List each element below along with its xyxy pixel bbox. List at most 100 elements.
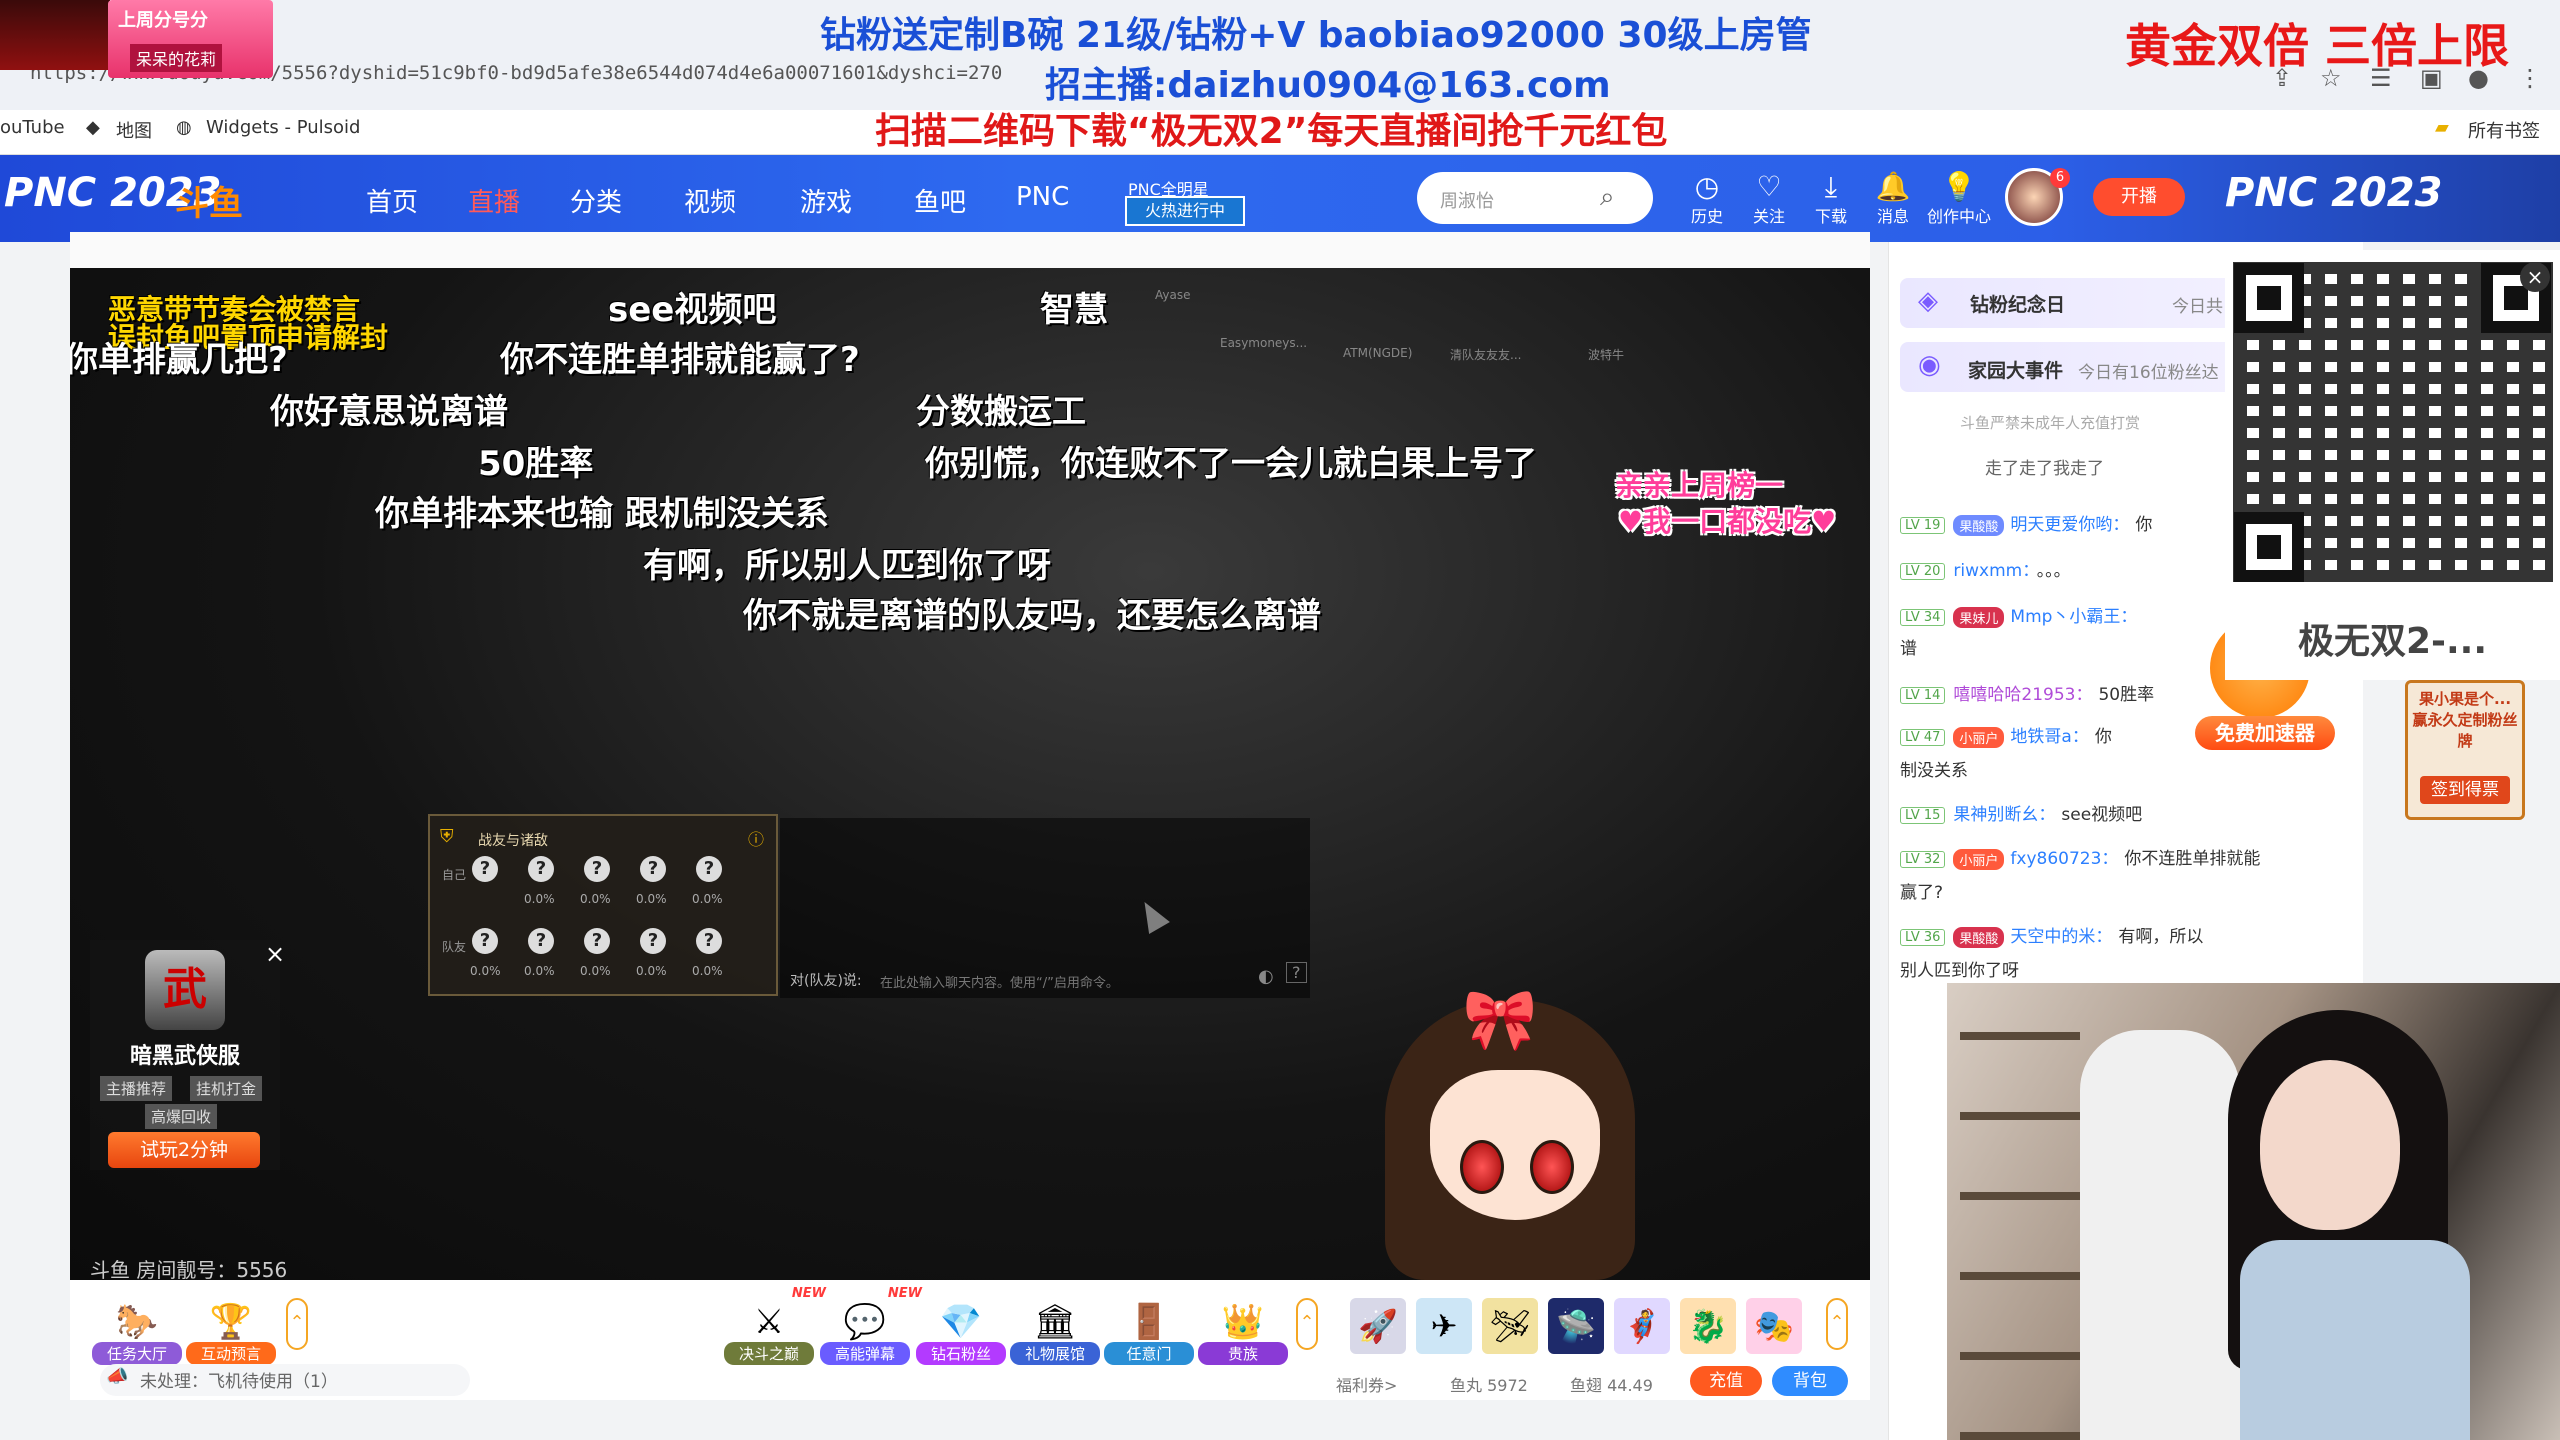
- gift-hall-button[interactable]: 🏛 礼物展馆: [1010, 1296, 1100, 1365]
- chat-notice: 斗鱼严禁未成年人充值打赏: [1960, 414, 2141, 432]
- nav-history-label[interactable]: 历史: [1672, 203, 1742, 227]
- winrate: 0.0%: [580, 892, 611, 906]
- chibi-eye-right: [1530, 1140, 1574, 1194]
- nav-category[interactable]: 分类: [570, 182, 622, 219]
- nav-live[interactable]: 直播: [468, 182, 520, 219]
- gift-plane-icon[interactable]: ✈: [1416, 1298, 1472, 1354]
- toolbar-expand-mid[interactable]: ⌃: [1296, 1298, 1318, 1350]
- douyu-logo[interactable]: 斗鱼: [175, 176, 285, 224]
- info-icon: ⓘ: [748, 830, 765, 849]
- player-name: Easymoneys...: [1220, 336, 1308, 350]
- search-input[interactable]: 周淑怡: [1440, 187, 1494, 213]
- corner-gift-line2: 呆呆的花莉: [130, 44, 223, 72]
- help-icon: ?: [1286, 962, 1307, 983]
- danmu: 你别慌，你连败不了一会儿就白果上号了: [925, 444, 1537, 484]
- nav-follow-label[interactable]: 关注: [1734, 203, 1804, 227]
- download-icon[interactable]: ⤓: [1806, 170, 1856, 204]
- any-door-button[interactable]: 🚪 任意门: [1104, 1296, 1194, 1365]
- screen: https://www.douyu.com/5556?dyshid=51c9bf…: [0, 0, 2560, 1440]
- nav-download-label[interactable]: 下载: [1796, 203, 1866, 227]
- pnc-banner-right: PNC 2023: [2225, 170, 2443, 216]
- corner-gift-line1: 上周分号分: [118, 10, 208, 31]
- fan-sign-button[interactable]: 签到得票: [2420, 776, 2510, 804]
- search-icon[interactable]: ⌕: [1600, 182, 1615, 213]
- player-name: 波特牛: [1588, 348, 1625, 362]
- coupon-link[interactable]: 福利券>: [1336, 1372, 1397, 1396]
- menu-icon[interactable]: ⋮: [2518, 64, 2542, 92]
- free-accelerator-button[interactable]: 免费加速器: [2195, 716, 2335, 750]
- gift-mask-icon[interactable]: 🎭: [1746, 1298, 1802, 1354]
- game-ad-icon: 武: [145, 950, 225, 1030]
- gift-hero-icon[interactable]: 🦸: [1614, 1298, 1670, 1354]
- chat-message: LV 32 小丽户 fxy860723： 你不连胜单排就能: [1900, 844, 2260, 870]
- heart-icon[interactable]: ♡: [1744, 170, 1794, 203]
- toolbar-expand-left[interactable]: ⌃: [286, 1298, 308, 1350]
- gift-jet-icon[interactable]: 🛩: [1482, 1298, 1538, 1354]
- bulb-icon[interactable]: 💡: [1934, 170, 1984, 203]
- gift-dragon-icon[interactable]: 🐉: [1680, 1298, 1736, 1354]
- avatar-badge: 6: [2050, 168, 2070, 188]
- bag-button[interactable]: 背包: [1772, 1366, 1848, 1396]
- gift-expand[interactable]: ⌃: [1826, 1298, 1848, 1350]
- game-ad-card[interactable]: 武 × 暗黑武侠服 主播推荐 挂机打金 高爆回收 试玩2分钟: [90, 940, 285, 1170]
- bookmark-youtube[interactable]: ouTube: [0, 117, 65, 138]
- bookmark-all[interactable]: 所有书签: [2468, 117, 2540, 143]
- bookmark-maps-icon: ◆: [86, 117, 100, 138]
- gift-ufo-icon[interactable]: 🛸: [1548, 1298, 1604, 1354]
- danmu: 智慧: [1040, 290, 1108, 330]
- nav-home[interactable]: 首页: [366, 182, 418, 219]
- bookmark-pulsoid[interactable]: Widgets - Pulsoid: [206, 117, 360, 138]
- nav-yuba[interactable]: 鱼吧: [914, 182, 966, 219]
- danmu: 你好意思说离谱: [270, 392, 508, 432]
- nav-message-label[interactable]: 消息: [1858, 203, 1928, 227]
- history-icon[interactable]: ◷: [1682, 170, 1732, 203]
- nav-video[interactable]: 视频: [684, 182, 736, 219]
- event-title: 钻粉纪念日: [1970, 294, 2066, 316]
- unknown-player-icon: ?: [472, 928, 498, 954]
- museum-icon: 🏛: [1033, 1302, 1077, 1342]
- bell-icon[interactable]: 🔔: [1868, 170, 1918, 203]
- close-icon[interactable]: ×: [265, 940, 285, 968]
- duel-button[interactable]: NEW ⚔ 决斗之巅: [724, 1286, 826, 1365]
- folder-icon: ▰: [2435, 117, 2449, 138]
- chat-message: LV 20 riwxmm：。。。: [1900, 556, 2071, 581]
- nav-pnc[interactable]: PNC: [1016, 182, 1069, 212]
- chat-message-cont: 谱: [1900, 639, 1917, 659]
- winrate: 0.0%: [524, 964, 555, 978]
- bullet-button[interactable]: NEW 💬 高能弹幕: [820, 1286, 922, 1365]
- overlay-banner-download: 扫描二维码下载“极无双2”每天直播间抢千元红包: [875, 111, 1668, 152]
- chat-message: LV 19 果酸酸 明天更爱你哟：你: [1900, 510, 2152, 536]
- winrate: 0.0%: [636, 892, 667, 906]
- event-sub: 今日有16位粉丝达: [2078, 363, 2219, 383]
- player-name: ATM(NGDE): [1343, 346, 1413, 360]
- prediction-button[interactable]: 🏆 互动预言: [186, 1296, 276, 1365]
- gift-rocket-icon[interactable]: 🚀: [1350, 1298, 1406, 1354]
- diamond-badge-icon: ◈: [1918, 286, 1938, 316]
- nav-game[interactable]: 游戏: [800, 182, 852, 219]
- shield-icon: ⛨: [440, 826, 454, 847]
- close-icon[interactable]: ×: [2520, 262, 2550, 292]
- diamond-fans-button[interactable]: 💎 钻石粉丝: [916, 1296, 1006, 1365]
- unknown-player-icon: ?: [528, 928, 554, 954]
- unknown-player-icon: ?: [472, 856, 498, 882]
- unknown-player-icon: ?: [584, 928, 610, 954]
- event-sub: 今日共: [2172, 297, 2223, 317]
- row-label: 自己: [442, 868, 467, 882]
- noble-label: 贵族: [1198, 1342, 1288, 1365]
- recharge-button[interactable]: 充值: [1690, 1366, 1762, 1396]
- task-hall-button[interactable]: 🐎 任务大厅: [92, 1296, 182, 1365]
- pnc-allstar-button[interactable]: 火热进行中: [1125, 196, 1245, 226]
- event-title: 家园大事件: [1968, 360, 2064, 382]
- try-game-button[interactable]: 试玩2分钟: [108, 1132, 260, 1168]
- door-icon: 🚪: [1127, 1302, 1171, 1342]
- go-live-button[interactable]: 开播: [2093, 178, 2185, 216]
- prediction-label: 互动预言: [186, 1342, 276, 1365]
- nav-creator-label[interactable]: 创作中心: [1924, 203, 1994, 227]
- winrate: 0.0%: [692, 964, 723, 978]
- webcam-streamer-face: [2260, 1060, 2400, 1230]
- bookmark-maps[interactable]: 地图: [116, 117, 152, 143]
- unknown-player-icon: ?: [584, 856, 610, 882]
- player-name: 清队友友友...: [1450, 348, 1522, 362]
- task-hall-label: 任务大厅: [92, 1342, 182, 1365]
- noble-button[interactable]: 👑 贵族: [1198, 1296, 1288, 1365]
